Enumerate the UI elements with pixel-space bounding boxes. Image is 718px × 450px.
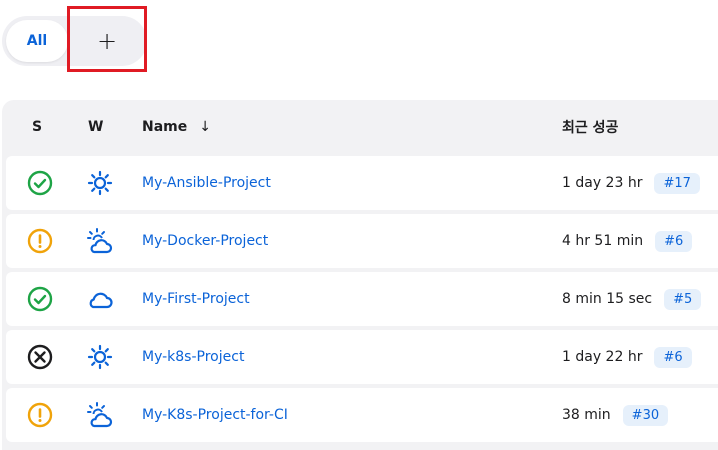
- last-success-cell: 8 min 15 sec #5: [562, 272, 702, 326]
- job-name-link[interactable]: My-Docker-Project: [142, 214, 268, 268]
- highlight-annotation: [67, 6, 147, 72]
- weather-partly-cloudy-icon: [80, 214, 120, 268]
- tab-all[interactable]: All: [6, 20, 68, 62]
- last-success-time: 1 day 22 hr: [562, 349, 643, 365]
- jobs-table: S W Name ↓ 최근 성공 My-Ansible-Project 1 da…: [2, 100, 718, 450]
- build-number-badge[interactable]: #30: [622, 404, 669, 426]
- table-row: My-k8s-Project 1 day 22 hr #6: [6, 330, 718, 384]
- weather-sunny-icon: [80, 330, 120, 384]
- table-row: My-First-Project 8 min 15 sec #5: [6, 272, 718, 326]
- table-header: S W Name ↓ 최근 성공: [2, 100, 718, 154]
- job-name-link[interactable]: My-First-Project: [142, 272, 250, 326]
- last-success-cell: 1 day 22 hr #6: [562, 330, 692, 384]
- column-header-last-success[interactable]: 최근 성공: [562, 100, 618, 154]
- status-success-icon: [22, 272, 58, 326]
- status-unstable-icon: [22, 214, 58, 268]
- column-header-name[interactable]: Name ↓: [142, 100, 211, 154]
- column-header-name-label: Name: [142, 119, 188, 135]
- status-unstable-icon: [22, 388, 58, 442]
- build-number-badge[interactable]: #5: [664, 288, 702, 310]
- sort-down-icon: ↓: [199, 119, 211, 135]
- last-success-time: 4 hr 51 min: [562, 233, 644, 249]
- column-header-weather[interactable]: W: [88, 100, 103, 154]
- build-number-badge[interactable]: #6: [654, 346, 692, 368]
- job-name-link[interactable]: My-k8s-Project: [142, 330, 244, 384]
- table-row: My-Ansible-Project 1 day 23 hr #17: [6, 156, 718, 210]
- weather-partly-cloudy-icon: [80, 388, 120, 442]
- table-row: My-Docker-Project 4 hr 51 min #6: [6, 214, 718, 268]
- weather-cloudy-icon: [80, 272, 120, 326]
- build-number-badge[interactable]: #6: [655, 230, 693, 252]
- last-success-cell: 1 day 23 hr #17: [562, 156, 700, 210]
- build-number-badge[interactable]: #17: [654, 172, 700, 194]
- table-row: My-K8s-Project-for-CI 38 min #30: [6, 388, 718, 442]
- job-name-link[interactable]: My-K8s-Project-for-CI: [142, 388, 288, 442]
- status-aborted-icon: [22, 330, 58, 384]
- last-success-time: 8 min 15 sec: [562, 291, 653, 307]
- last-success-cell: 38 min #30: [562, 388, 669, 442]
- last-success-cell: 4 hr 51 min #6: [562, 214, 693, 268]
- status-success-icon: [22, 156, 58, 210]
- last-success-time: 38 min: [562, 407, 611, 423]
- last-success-time: 1 day 23 hr: [562, 175, 643, 191]
- column-header-status[interactable]: S: [32, 100, 42, 154]
- weather-sunny-icon: [80, 156, 120, 210]
- job-name-link[interactable]: My-Ansible-Project: [142, 156, 271, 210]
